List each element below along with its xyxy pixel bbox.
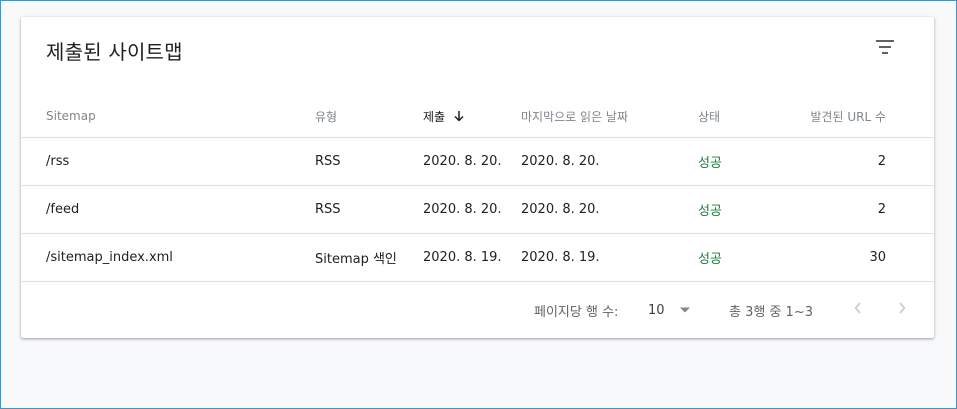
cell-submitted: 2020. 8. 20. (423, 154, 502, 169)
column-header-sitemap[interactable]: Sitemap (46, 95, 96, 137)
cell-last-read: 2020. 8. 19. (521, 250, 600, 265)
dropdown-arrow-icon (679, 306, 691, 314)
cell-sitemap: /feed (46, 202, 80, 217)
cell-sitemap: /rss (46, 154, 70, 169)
filter-button[interactable] (871, 35, 899, 59)
cell-type: RSS (315, 154, 341, 169)
table-header: Sitemap 유형 제출 마지막으로 읽은 날짜 상태 발견된 URL 수 (21, 95, 934, 138)
chevron-left-icon (852, 301, 864, 319)
cell-discovered-urls: 2 (877, 202, 886, 217)
cell-discovered-urls: 30 (869, 250, 886, 265)
filter-list-icon (871, 35, 899, 59)
status-badge: 성공 (698, 204, 722, 219)
rows-per-page-label: 페이지당 행 수: (534, 304, 619, 320)
chevron-right-icon (896, 301, 908, 319)
card-title: 제출된 사이트맵 (46, 40, 183, 64)
cell-last-read: 2020. 8. 20. (521, 154, 600, 169)
column-header-status[interactable]: 상태 (698, 95, 720, 137)
cell-type: Sitemap 색인 (315, 252, 397, 267)
next-page-button[interactable] (890, 298, 914, 322)
cell-last-read: 2020. 8. 20. (521, 202, 600, 217)
rows-per-page-value: 10 (648, 302, 665, 318)
status-badge: 성공 (698, 252, 722, 267)
pagination-bar: 페이지당 행 수: 10 총 3행 중 1~3 (21, 282, 934, 338)
cell-discovered-urls: 2 (877, 154, 886, 169)
cell-type: RSS (315, 202, 341, 217)
column-header-submitted-label: 제출 (423, 109, 446, 124)
column-header-discovered-urls[interactable]: 발견된 URL 수 (810, 95, 886, 137)
column-header-last-read[interactable]: 마지막으로 읽은 날짜 (521, 95, 628, 137)
cell-sitemap: /sitemap_index.xml (46, 250, 173, 265)
table-row[interactable]: /feed RSS 2020. 8. 20. 2020. 8. 20. 성공 2 (21, 186, 934, 234)
cell-submitted: 2020. 8. 20. (423, 202, 502, 217)
previous-page-button[interactable] (846, 298, 870, 322)
rows-per-page-select[interactable]: 10 (648, 282, 691, 338)
arrow-down-icon (453, 110, 465, 122)
column-header-type[interactable]: 유형 (315, 95, 337, 137)
table-row[interactable]: /sitemap_index.xml Sitemap 색인 2020. 8. 1… (21, 234, 934, 282)
cell-submitted: 2020. 8. 19. (423, 250, 502, 265)
pagination-range: 총 3행 중 1~3 (729, 304, 813, 320)
status-badge: 성공 (698, 156, 722, 171)
table-row[interactable]: /rss RSS 2020. 8. 20. 2020. 8. 20. 성공 2 (21, 138, 934, 186)
submitted-sitemaps-card: 제출된 사이트맵 Sitemap 유형 제출 마지막으로 읽은 날짜 상태 발견… (21, 17, 934, 338)
column-header-submitted[interactable]: 제출 (423, 95, 465, 137)
